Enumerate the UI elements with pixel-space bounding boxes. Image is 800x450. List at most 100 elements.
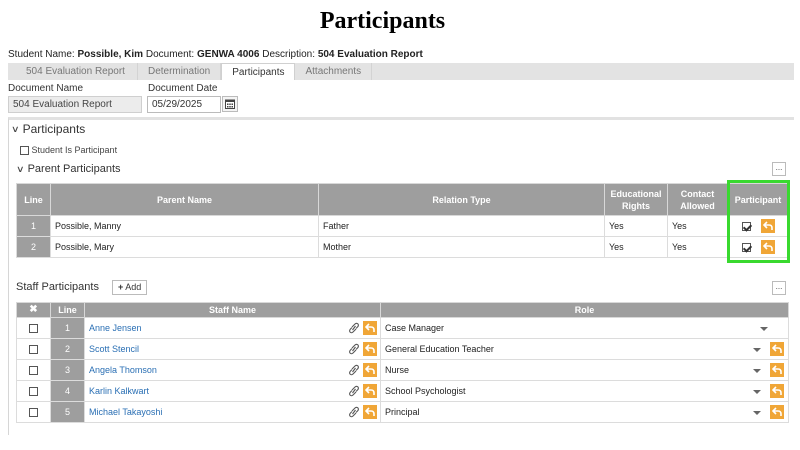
- staff-options-button[interactable]: ...: [772, 281, 786, 295]
- staff-name-link[interactable]: Scott Stencil: [89, 344, 139, 354]
- role-reset-button[interactable]: [770, 342, 784, 356]
- line-number: 2: [16, 236, 51, 258]
- page-title: Participants: [319, 8, 446, 34]
- document-date-field[interactable]: 05/29/2025: [147, 96, 221, 113]
- reset-button[interactable]: [363, 363, 377, 377]
- undo-icon: [772, 407, 782, 416]
- table-row: 1 Possible, Manny Father Yes Yes: [16, 215, 789, 237]
- table-row: 5 Michael Takayoshi Principal: [16, 401, 789, 423]
- role-select[interactable]: Principal: [380, 401, 789, 423]
- undo-icon: [772, 365, 782, 374]
- line-number: 2: [50, 338, 85, 360]
- calendar-icon: [225, 99, 235, 109]
- staff-name-cell: Scott Stencil: [84, 338, 381, 360]
- contact-allowed: Yes: [667, 215, 728, 237]
- col-header-role: Role: [380, 302, 789, 318]
- reset-button[interactable]: [760, 240, 775, 254]
- row-checkbox[interactable]: [29, 366, 38, 376]
- student-is-participant-row: Student Is Participant: [20, 145, 118, 156]
- table-row: 1 Anne Jensen Case Manager: [16, 317, 789, 339]
- undo-icon: [365, 386, 375, 395]
- undo-icon: [772, 344, 782, 353]
- relation-type: Father: [318, 215, 605, 237]
- undo-icon: [365, 344, 375, 353]
- educational-rights: Yes: [604, 215, 668, 237]
- chevron-down-icon: [753, 411, 761, 415]
- document-info-line: Student Name: Possible, Kim Document: GE…: [8, 49, 423, 60]
- calendar-button[interactable]: [222, 96, 238, 112]
- reset-button[interactable]: [363, 384, 377, 398]
- chevron-down-icon: [753, 348, 761, 352]
- student-is-participant-label: Student Is Participant: [31, 145, 118, 155]
- col-header-staff-name: Staff Name: [84, 302, 381, 318]
- line-number: 4: [50, 380, 85, 402]
- col-header-text: Allowed: [680, 200, 715, 211]
- tab-attachments[interactable]: Attachments: [295, 63, 373, 80]
- role-select[interactable]: Case Manager: [380, 317, 789, 339]
- reset-button[interactable]: [363, 321, 377, 335]
- undo-icon: [365, 407, 375, 416]
- role-reset-button[interactable]: [770, 405, 784, 419]
- undo-icon: [365, 323, 375, 332]
- role-reset-button[interactable]: [770, 363, 784, 377]
- table-row: 4 Karlin Kalkwart School Psychologist: [16, 380, 789, 402]
- document-date-label: Document Date: [148, 83, 218, 94]
- link-icon[interactable]: [349, 364, 359, 376]
- row-checkbox[interactable]: [29, 345, 38, 355]
- parent-name: Possible, Mary: [50, 236, 319, 258]
- participant-cell: [727, 215, 789, 237]
- line-number: 1: [16, 215, 51, 237]
- staff-name-link[interactable]: Angela Thomson: [89, 365, 157, 375]
- link-icon[interactable]: [349, 385, 359, 397]
- undo-icon: [772, 386, 782, 395]
- student-is-participant-checkbox[interactable]: [20, 146, 29, 156]
- relation-type: Mother: [318, 236, 605, 258]
- row-checkbox[interactable]: [29, 324, 38, 334]
- col-header-line: Line: [50, 302, 85, 318]
- role-select[interactable]: School Psychologist: [380, 380, 789, 402]
- col-header-contact-allowed: Contact Allowed: [667, 183, 728, 216]
- chevron-down-icon: ∨: [11, 123, 20, 134]
- contact-allowed: Yes: [667, 236, 728, 258]
- staff-participants-title: Staff Participants: [16, 281, 99, 293]
- participant-checkbox[interactable]: [741, 221, 751, 231]
- parent-participants-toggle[interactable]: ∨ Parent Participants: [16, 163, 121, 175]
- col-header-text: Educational: [610, 188, 662, 199]
- role-value: Case Manager: [385, 323, 445, 333]
- tab-determination[interactable]: Determination: [138, 63, 222, 80]
- staff-name-cell: Angela Thomson: [84, 359, 381, 381]
- tab-504-evaluation-report[interactable]: 504 Evaluation Report: [8, 63, 138, 80]
- row-checkbox[interactable]: [29, 408, 38, 418]
- row-select-cell: [16, 380, 51, 402]
- tab-participants[interactable]: Participants: [221, 63, 296, 80]
- staff-name-link[interactable]: Michael Takayoshi: [89, 407, 162, 417]
- role-select[interactable]: Nurse: [380, 359, 789, 381]
- link-icon[interactable]: [349, 322, 359, 334]
- row-checkbox[interactable]: [29, 387, 38, 397]
- parent-options-button[interactable]: ...: [772, 162, 786, 176]
- parent-participants-table: Line Parent Name Relation Type Education…: [16, 183, 789, 258]
- reset-button[interactable]: [363, 342, 377, 356]
- student-label: Student Name:: [8, 49, 75, 60]
- staff-name-link[interactable]: Anne Jensen: [89, 323, 142, 333]
- row-select-cell: [16, 317, 51, 339]
- undo-icon: [762, 221, 773, 230]
- role-reset-button[interactable]: [770, 384, 784, 398]
- staff-name-link[interactable]: Karlin Kalkwart: [89, 386, 149, 396]
- table-row: 2 Scott Stencil General Education Teache…: [16, 338, 789, 360]
- line-number: 1: [50, 317, 85, 339]
- col-header-educational-rights: Educational Rights: [604, 183, 668, 216]
- col-header-text: Contact: [680, 188, 715, 199]
- participant-checkbox[interactable]: [741, 242, 751, 252]
- reset-button[interactable]: [760, 219, 775, 233]
- add-staff-button[interactable]: + Add: [112, 280, 148, 295]
- student-name: Possible, Kim: [77, 49, 144, 60]
- document-name-field: 504 Evaluation Report: [8, 96, 142, 113]
- select-all-x-icon[interactable]: ✖: [16, 302, 51, 318]
- link-icon[interactable]: [349, 343, 359, 355]
- role-select[interactable]: General Education Teacher: [380, 338, 789, 360]
- parent-participants-title: Parent Participants: [27, 163, 121, 175]
- participants-section-toggle[interactable]: ∨ Participants: [11, 122, 85, 136]
- link-icon[interactable]: [349, 406, 359, 418]
- reset-button[interactable]: [363, 405, 377, 419]
